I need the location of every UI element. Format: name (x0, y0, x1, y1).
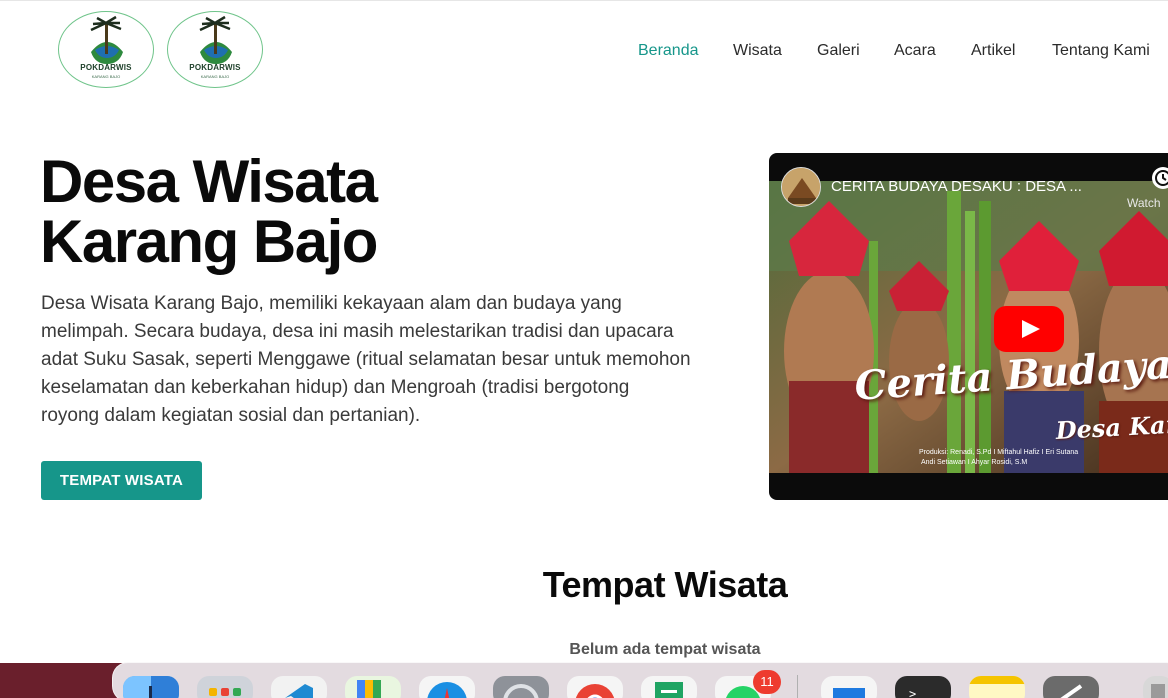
main-nav: Beranda Wisata Galeri Acara Artikel Tent… (0, 42, 1168, 62)
nav-wisata[interactable]: Wisata (733, 42, 782, 60)
video-title[interactable]: CERITA BUDAYA DESAKU : DESA ... (831, 178, 1082, 195)
nav-tentang-kami[interactable]: Tentang Kami (1052, 42, 1150, 60)
empty-state-note: Belum ada tempat wisata (569, 641, 761, 658)
macos-dock: 11 >_ (112, 662, 1168, 698)
settings-icon[interactable] (493, 676, 549, 698)
nav-acara[interactable]: Acara (894, 42, 936, 60)
top-divider (0, 0, 1168, 1)
nav-galeri[interactable]: Galeri (817, 42, 860, 60)
thumbnail-credits: Produksi: Renadi, S.Pd I Miftahul Hafiz … (919, 448, 1078, 468)
hero-title: Desa Wisata Karang Bajo (40, 152, 460, 272)
page: POKDARWIS KARANG BAJO POKDARWIS KARANG B… (0, 0, 1168, 698)
video-embed[interactable]: CERITA BUDAYA DESAKU : DESA ... Watch Ce… (769, 153, 1168, 500)
vscode-icon[interactable] (271, 676, 327, 698)
watch-later-icon[interactable] (1152, 167, 1168, 189)
tempat-wisata-button[interactable]: TEMPAT WISATA (41, 461, 202, 500)
creative-icon[interactable] (1043, 676, 1099, 698)
notes-icon[interactable] (969, 676, 1025, 698)
nav-beranda[interactable]: Beranda (638, 42, 699, 60)
logo-label: POKDARWIS (80, 63, 132, 72)
logo-sublabel: KARANG BAJO (200, 74, 230, 79)
credits-line1: Produksi: Renadi, S.Pd I Miftahul Hafiz … (919, 449, 1079, 456)
watch-later-label: Watch (1127, 196, 1161, 210)
trash-icon[interactable] (1143, 676, 1168, 698)
terminal-icon[interactable]: >_ (895, 676, 951, 698)
hero-title-line2: Karang Bajo (40, 208, 378, 275)
nav-artikel[interactable]: Artikel (971, 42, 1015, 60)
play-icon (1022, 320, 1040, 338)
credits-line2: Andi Setiawan I Ahyar Rosidi, S.M (921, 459, 1028, 466)
dock-separator (797, 675, 798, 698)
logo-sublabel: KARANG BAJO (91, 74, 121, 79)
sheets-icon[interactable] (641, 676, 697, 698)
maps-icon[interactable] (345, 676, 401, 698)
channel-avatar[interactable] (781, 167, 821, 207)
channel-logo-icon (782, 168, 820, 206)
hero-description: Desa Wisata Karang Bajo, memiliki kekaya… (41, 293, 691, 426)
mail-icon[interactable] (821, 676, 877, 698)
hero-title-line1: Desa Wisata (40, 148, 378, 215)
logo-label: POKDARWIS (189, 63, 241, 72)
launchpad-icon[interactable] (197, 676, 253, 698)
section-title: Tempat Wisata (542, 564, 788, 605)
chrome-icon[interactable] (567, 676, 623, 698)
finder-icon[interactable] (123, 676, 179, 698)
whatsapp-badge: 11 (753, 670, 781, 694)
svg-text:>_: >_ (909, 687, 924, 698)
play-button[interactable] (994, 306, 1064, 352)
safari-icon[interactable] (419, 676, 475, 698)
